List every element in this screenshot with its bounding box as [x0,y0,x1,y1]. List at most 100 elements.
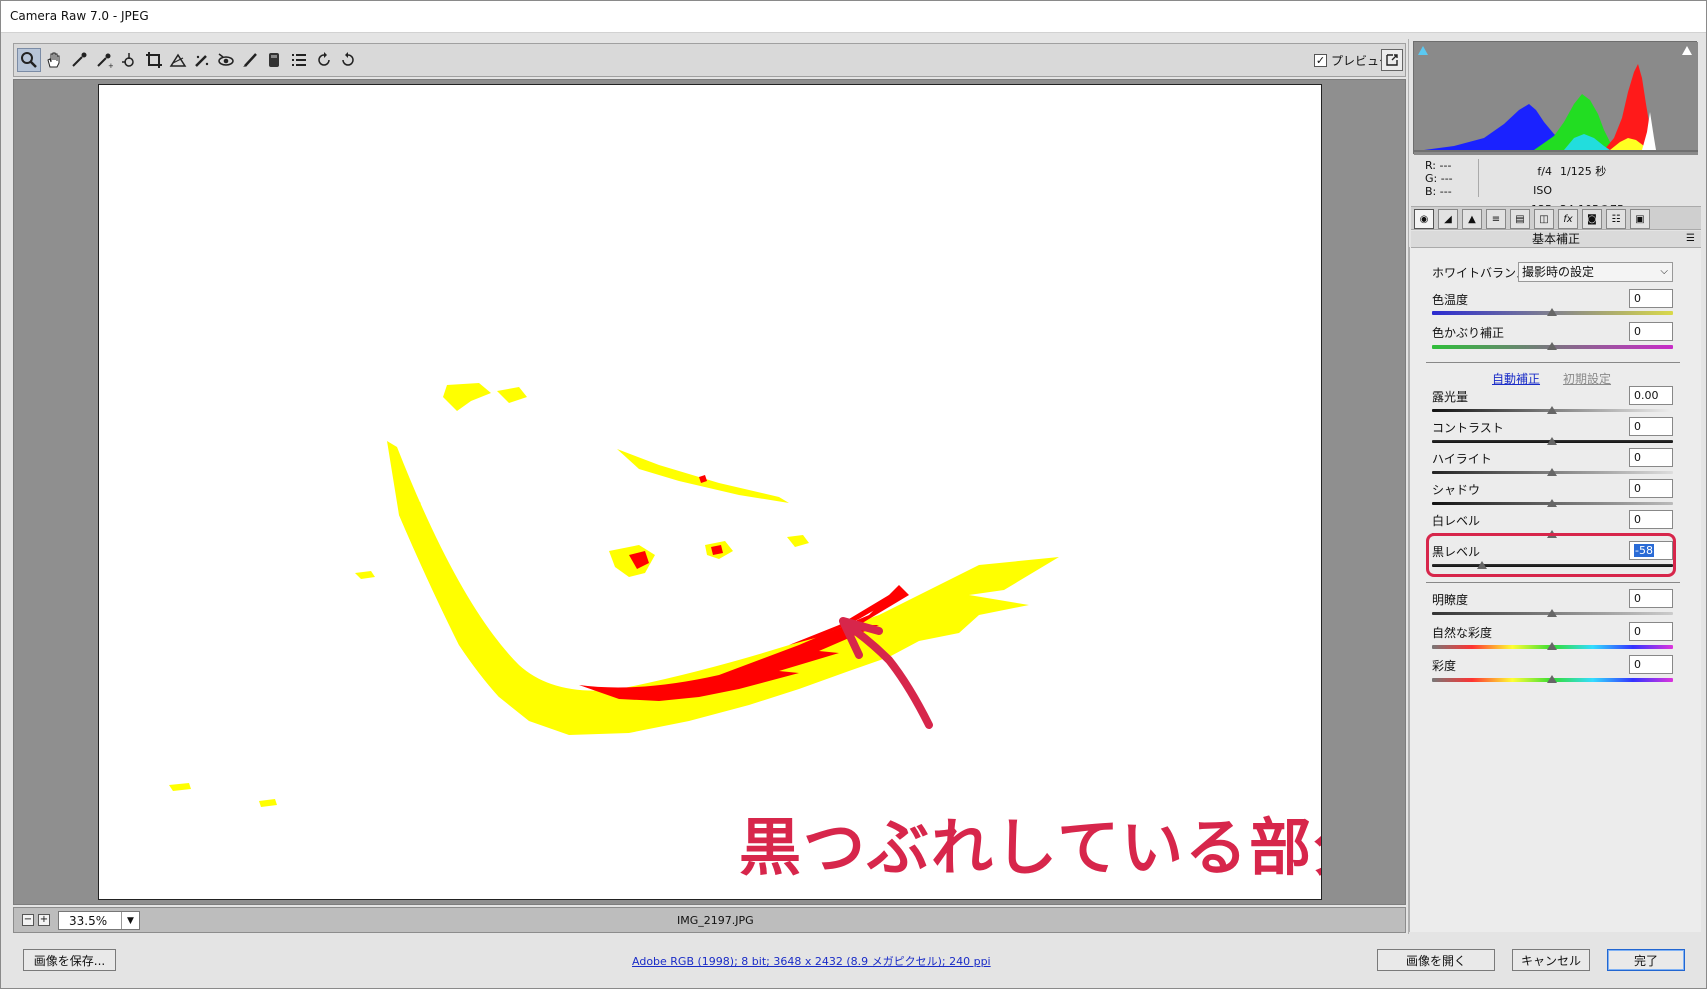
white-balance-select[interactable]: 撮影時の設定 ⌵ [1518,262,1673,282]
blacks-label: 黒レベル [1432,545,1481,559]
tab-tone-curve-icon[interactable]: ◢ [1438,209,1458,229]
shadows-slider-thumb[interactable] [1547,499,1557,507]
temp-label: 色温度 [1432,293,1469,307]
shadow-clipping-warning-icon[interactable] [1418,46,1428,55]
preferences-icon[interactable] [287,48,311,72]
clarity-slider-thumb[interactable] [1547,609,1557,617]
vibrance-label: 自然な彩度 [1432,626,1493,640]
image-canvas-area[interactable]: 黒つぶれしている部分 [13,79,1406,905]
preview-toggle[interactable]: ✓ プレビュー [1314,52,1391,69]
filename-label: IMG_2197.JPG [677,914,754,927]
contrast-slider-thumb[interactable] [1547,437,1557,445]
svg-text:+: + [108,62,113,69]
window-title: Camera Raw 7.0 - JPEG [10,9,149,23]
chevron-down-icon: ⌵ [1660,266,1668,277]
contrast-input[interactable]: 0 [1629,417,1673,436]
tint-input[interactable]: 0 [1629,322,1673,341]
shutter-value: 1/125 秒 [1560,165,1607,178]
adjustment-tabs: ◉ ◢ ▲ ≡ ▤ ◫ fx ◙ ☷ ▣ [1411,206,1701,230]
shadows-input[interactable]: 0 [1629,479,1673,498]
hand-tool-icon[interactable] [42,48,66,72]
clipping-overlay [169,383,1059,807]
graduated-filter-icon[interactable] [262,48,286,72]
temp-input[interactable]: 0 [1629,289,1673,308]
exposure-slider-thumb[interactable] [1547,406,1557,414]
crop-tool-icon[interactable] [142,48,166,72]
vibrance-input[interactable]: 0 [1629,622,1673,641]
camera-raw-window: Camera Raw 7.0 - JPEG + ✓ プレビュー 黒つぶれしている… [0,0,1707,989]
histogram-graph [1414,42,1698,155]
tab-basic-icon[interactable]: ◉ [1414,209,1434,229]
vibrance-slider-thumb[interactable] [1547,642,1557,650]
rotate-ccw-icon[interactable] [312,48,336,72]
red-eye-removal-icon[interactable] [214,48,238,72]
whites-label: 白レベル [1432,514,1481,528]
fullscreen-icon[interactable] [1381,49,1403,71]
shadows-label: シャドウ [1432,483,1481,497]
blacks-slider[interactable] [1432,564,1673,567]
tab-hsl-icon[interactable]: ≡ [1486,209,1506,229]
clarity-input[interactable]: 0 [1629,589,1673,608]
cancel-button[interactable]: キャンセル [1512,949,1590,971]
zoom-out-button[interactable]: − [22,914,34,926]
auto-link[interactable]: 自動補正 [1492,370,1540,387]
exposure-label: 露光量 [1432,390,1469,404]
tab-presets-icon[interactable]: ☷ [1606,209,1626,229]
tab-effects-icon[interactable]: fx [1558,209,1578,229]
highlight-clipping-warning-icon[interactable] [1682,46,1692,55]
tab-snapshots-icon[interactable]: ▣ [1630,209,1650,229]
done-button[interactable]: 完了 [1607,949,1685,971]
tab-lens-corrections-icon[interactable]: ◫ [1534,209,1554,229]
tab-camera-calibration-icon[interactable]: ◙ [1582,209,1602,229]
open-image-button[interactable]: 画像を開く [1377,949,1495,971]
blacks-input[interactable]: -58 [1629,541,1673,560]
whites-input[interactable]: 0 [1629,510,1673,529]
blacks-value: -58 [1634,544,1654,557]
divider [1426,582,1680,583]
save-image-button[interactable]: 画像を保存... [23,949,116,971]
workflow-options-link[interactable]: Adobe RGB (1998); 8 bit; 3648 x 2432 (8.… [632,953,991,969]
exposure-input[interactable]: 0.00 [1629,386,1673,405]
saturation-slider-thumb[interactable] [1547,675,1557,683]
saturation-label: 彩度 [1432,659,1457,673]
zoom-tool-icon[interactable] [17,48,41,72]
annotation-label: 黒つぶれしている部分 [739,811,1322,884]
zoom-level-value: 33.5% [69,913,108,928]
aperture-value: f/4 [1537,165,1552,178]
tint-label: 色かぶり補正 [1432,326,1505,340]
preview-image[interactable]: 黒つぶれしている部分 [98,84,1322,900]
pixel-info: R: --- G: --- B: --- f/41/125 秒 ISO 1252… [1413,159,1697,216]
g-value: G: --- [1425,172,1453,185]
adjustment-brush-icon[interactable] [238,48,262,72]
blacks-slider-thumb[interactable] [1477,561,1487,569]
zoom-level-select[interactable]: 33.5% ▼ [58,911,140,930]
preview-checkbox[interactable]: ✓ [1314,54,1327,67]
tab-split-toning-icon[interactable]: ▤ [1510,209,1530,229]
highlights-slider-thumb[interactable] [1547,468,1557,476]
chevron-down-icon[interactable]: ▼ [121,912,139,929]
temp-slider-thumb[interactable] [1547,308,1557,316]
rgb-readout: R: --- G: --- B: --- [1425,159,1453,198]
color-sampler-tool-icon[interactable]: + [92,48,116,72]
toolbar: + ✓ プレビュー [13,43,1406,77]
section-title-label: 基本補正 [1531,232,1580,246]
r-value: R: --- [1425,159,1452,172]
panel-menu-icon[interactable]: ☰ [1686,231,1695,247]
highlights-label: ハイライト [1432,452,1492,466]
highlights-input[interactable]: 0 [1629,448,1673,467]
spot-removal-tool-icon[interactable] [190,48,214,72]
info-separator [1478,159,1479,197]
zoom-in-button[interactable]: + [38,914,50,926]
tint-slider-thumb[interactable] [1547,342,1557,350]
saturation-input[interactable]: 0 [1629,655,1673,674]
white-balance-tool-icon[interactable] [67,48,91,72]
default-link[interactable]: 初期設定 [1563,370,1611,387]
straighten-tool-icon[interactable] [166,48,190,72]
section-title: 基本補正 ☰ [1411,231,1701,248]
tab-detail-icon[interactable]: ▲ [1462,209,1482,229]
zoom-status-bar: − + 33.5% ▼ IMG_2197.JPG [13,907,1406,933]
target-adjustment-tool-icon[interactable] [117,48,141,72]
white-balance-value: 撮影時の設定 [1522,265,1595,279]
rotate-cw-icon[interactable] [336,48,360,72]
b-value: B: --- [1425,185,1452,198]
